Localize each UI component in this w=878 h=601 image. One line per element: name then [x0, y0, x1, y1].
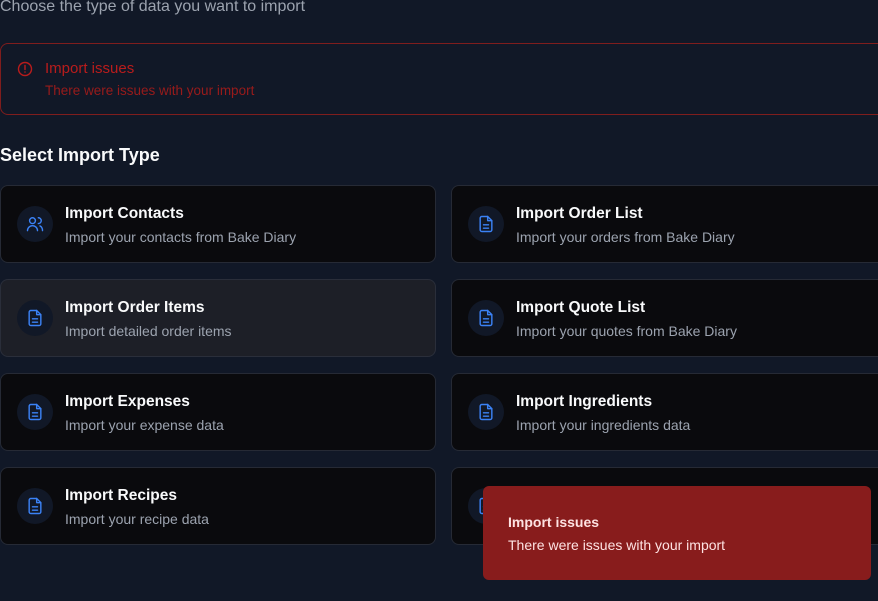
card-title: Import Order Items — [65, 299, 205, 316]
card-description: Import your expense data — [65, 417, 224, 433]
card-description: Import your contacts from Bake Diary — [65, 229, 297, 245]
card-title: Import Expenses — [65, 393, 190, 410]
alert-circle-icon — [17, 61, 33, 77]
import-order-list-card[interactable]: Import Order List Import your orders fro… — [451, 185, 878, 263]
card-description: Import your recipe data — [65, 511, 209, 527]
alert-description: There were issues with your import — [45, 83, 255, 98]
card-description: Import your quotes from Bake Diary — [516, 323, 737, 339]
card-description: Import your ingredients data — [516, 417, 691, 433]
document-icon — [17, 300, 53, 336]
toast-description: There were issues with your import — [508, 537, 726, 553]
card-description: Import your orders from Bake Diary — [516, 229, 735, 245]
import-order-items-card[interactable]: Import Order Items Import detailed order… — [0, 279, 436, 357]
import-issues-alert: Import issues There were issues with you… — [0, 43, 878, 115]
import-quote-list-card[interactable]: Import Quote List Import your quotes fro… — [451, 279, 878, 357]
alert-title: Import issues — [45, 60, 135, 77]
document-icon — [468, 206, 504, 242]
document-icon — [17, 488, 53, 524]
users-icon — [17, 206, 53, 242]
card-title: Import Quote List — [516, 299, 646, 316]
error-toast[interactable]: Import issues There were issues with you… — [483, 486, 871, 580]
toast-title: Import issues — [508, 514, 600, 530]
import-ingredients-card[interactable]: Import Ingredients Import your ingredien… — [451, 373, 878, 451]
card-title: Import Ingredients — [516, 393, 653, 410]
card-title: Import Recipes — [65, 487, 177, 504]
document-icon — [468, 394, 504, 430]
document-icon — [468, 300, 504, 336]
card-title: Import Contacts — [65, 205, 184, 222]
document-icon — [17, 394, 53, 430]
page-subtitle: Choose the type of data you want to impo… — [0, 0, 306, 15]
import-expenses-card[interactable]: Import Expenses Import your expense data — [0, 373, 436, 451]
card-description: Import detailed order items — [65, 323, 232, 339]
import-recipes-card[interactable]: Import Recipes Import your recipe data — [0, 467, 436, 545]
import-contacts-card[interactable]: Import Contacts Import your contacts fro… — [0, 185, 436, 263]
card-title: Import Order List — [516, 205, 643, 222]
section-title: Select Import Type — [0, 145, 160, 165]
